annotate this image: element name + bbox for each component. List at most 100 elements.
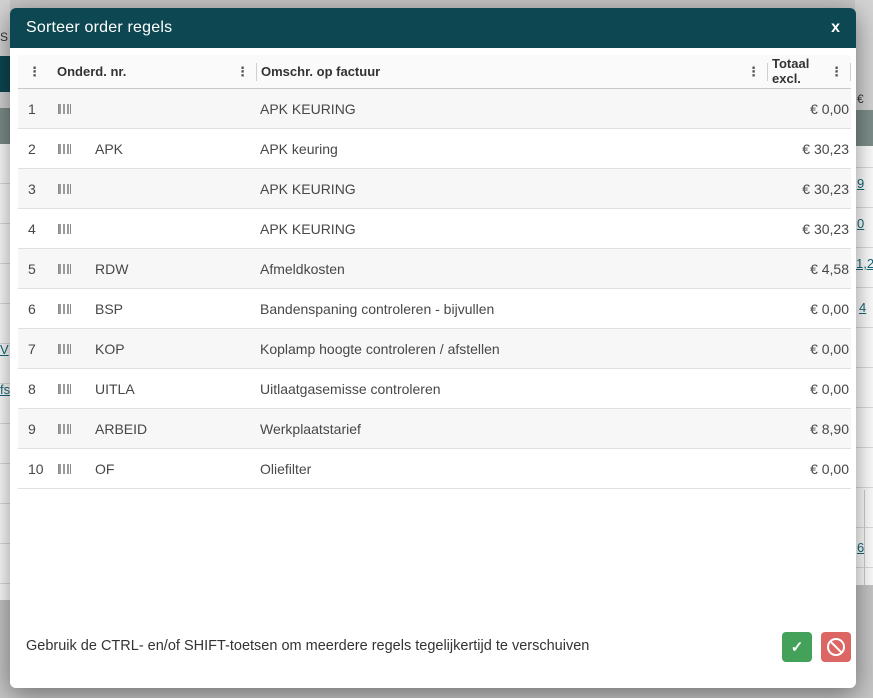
drag-handle-icon[interactable] <box>58 344 71 354</box>
total-excl: € 30,23 <box>763 141 851 157</box>
column-label: Totaal excl. <box>772 57 816 87</box>
total-excl: € 0,00 <box>763 301 851 317</box>
column-menu-icon[interactable]: ⋮ <box>744 65 763 78</box>
dialog-titlebar: Sorteer order regels x <box>10 8 856 48</box>
part-number-cell: BSP <box>56 301 252 317</box>
invoice-description: APK KEURING <box>252 101 763 117</box>
invoice-description: APK keuring <box>252 141 763 157</box>
row-number: 7 <box>18 341 56 357</box>
backdrop-link-fragment: 9 <box>857 176 864 191</box>
total-excl: € 0,00 <box>763 381 851 397</box>
dialog-title: Sorteer order regels <box>26 19 172 37</box>
table-row[interactable]: 9 ARBEID Werkplaatstarief € 8,90 <box>18 409 851 449</box>
backdrop-grey-block <box>855 0 873 90</box>
drag-handle-icon[interactable] <box>58 464 71 474</box>
sort-order-lines-dialog: Sorteer order regels x ⋮ Onderd. nr. ⋮ O… <box>10 8 856 688</box>
cancel-button[interactable] <box>821 632 851 662</box>
table-header-row: ⋮ Onderd. nr. ⋮ Omschr. op factuur ⋮ Tot… <box>18 55 851 89</box>
row-number: 8 <box>18 381 56 397</box>
backdrop-text-fragment: S <box>0 30 8 44</box>
header-cell-total-excl[interactable]: Totaal excl. ⋮ <box>763 55 851 88</box>
column-menu-icon[interactable]: ⋮ <box>827 65 846 78</box>
backdrop-link-fragment: 4 <box>859 300 866 315</box>
invoice-description: Bandenspaning controleren - bijvullen <box>252 301 763 317</box>
column-resize-handle[interactable] <box>850 63 851 81</box>
part-number: BSP <box>95 301 123 317</box>
backdrop-link-fragment: 0 <box>857 216 864 231</box>
part-number-cell <box>56 224 252 234</box>
backdrop-text-fragment: € <box>857 92 864 106</box>
row-number: 6 <box>18 301 56 317</box>
table-row[interactable]: 10 OF Oliefilter € 0,00 <box>18 449 851 489</box>
part-number-cell: RDW <box>56 261 252 277</box>
invoice-description: Uitlaatgasemisse controleren <box>252 381 763 397</box>
total-excl: € 8,90 <box>763 421 851 437</box>
invoice-description: Afmeldkosten <box>252 261 763 277</box>
drag-handle-icon[interactable] <box>58 304 71 314</box>
drag-handle-icon[interactable] <box>58 184 71 194</box>
row-number: 5 <box>18 261 56 277</box>
total-excl: € 30,23 <box>763 181 851 197</box>
part-number-cell: UITLA <box>56 381 252 397</box>
header-cell-invoice-description[interactable]: Omschr. op factuur ⋮ <box>252 55 763 88</box>
part-number-cell <box>56 104 252 114</box>
multi-select-hint: Gebruik de CTRL- en/of SHIFT-toetsen om … <box>26 631 589 661</box>
backdrop-grey-block <box>855 585 873 698</box>
invoice-description: Oliefilter <box>252 461 763 477</box>
column-menu-icon[interactable]: ⋮ <box>25 65 44 78</box>
confirm-button[interactable]: ✓ <box>782 632 812 662</box>
close-icon[interactable]: x <box>831 20 840 36</box>
backdrop-grey-block <box>0 600 10 698</box>
backdrop-link-fragment: V <box>0 342 9 357</box>
table-row[interactable]: 4 APK KEURING € 30,23 <box>18 209 851 249</box>
table-body: 1 APK KEURING € 0,00 2 APK APK keuring €… <box>18 89 851 489</box>
table-row[interactable]: 7 KOP Koplamp hoogte controleren / afste… <box>18 329 851 369</box>
total-excl: € 4,58 <box>763 261 851 277</box>
table-row[interactable]: 5 RDW Afmeldkosten € 4,58 <box>18 249 851 289</box>
total-excl: € 30,23 <box>763 221 851 237</box>
backdrop-green-block <box>855 110 873 146</box>
part-number: UITLA <box>95 381 135 397</box>
invoice-description: Koplamp hoogte controleren / afstellen <box>252 341 763 357</box>
column-menu-icon[interactable]: ⋮ <box>233 65 252 78</box>
header-cell-part-number[interactable]: Onderd. nr. ⋮ <box>56 55 252 88</box>
part-number: RDW <box>95 261 128 277</box>
check-icon: ✓ <box>791 640 804 655</box>
drag-handle-icon[interactable] <box>58 424 71 434</box>
invoice-description: Werkplaatstarief <box>252 421 763 437</box>
part-number: ARBEID <box>95 421 147 437</box>
part-number-cell: KOP <box>56 341 252 357</box>
backdrop-link-fragment: fs <box>0 382 10 397</box>
part-number-cell: ARBEID <box>56 421 252 437</box>
table-row[interactable]: 6 BSP Bandenspaning controleren - bijvul… <box>18 289 851 329</box>
table-row[interactable]: 8 UITLA Uitlaatgasemisse controleren € 0… <box>18 369 851 409</box>
drag-handle-icon[interactable] <box>58 224 71 234</box>
table-row[interactable]: 1 APK KEURING € 0,00 <box>18 89 851 129</box>
order-lines-table: ⋮ Onderd. nr. ⋮ Omschr. op factuur ⋮ Tot… <box>18 55 851 489</box>
total-excl: € 0,00 <box>763 461 851 477</box>
column-resize-handle[interactable] <box>256 63 257 81</box>
drag-handle-icon[interactable] <box>58 264 71 274</box>
dialog-actions: ✓ <box>782 632 851 662</box>
part-number-cell <box>56 184 252 194</box>
backdrop-teal-block <box>0 56 10 92</box>
invoice-description: APK KEURING <box>252 181 763 197</box>
table-row[interactable]: 2 APK APK keuring € 30,23 <box>18 129 851 169</box>
row-number: 2 <box>18 141 56 157</box>
drag-handle-icon[interactable] <box>58 144 71 154</box>
row-number: 1 <box>18 101 56 117</box>
part-number-cell: APK <box>56 141 252 157</box>
total-excl: € 0,00 <box>763 101 851 117</box>
row-number: 10 <box>18 461 56 477</box>
table-row[interactable]: 3 APK KEURING € 30,23 <box>18 169 851 209</box>
drag-handle-icon[interactable] <box>58 384 71 394</box>
part-number: APK <box>95 141 123 157</box>
part-number: KOP <box>95 341 125 357</box>
row-number: 9 <box>18 421 56 437</box>
part-number-cell: OF <box>56 461 252 477</box>
header-cell-index: ⋮ <box>18 55 56 88</box>
drag-handle-icon[interactable] <box>58 104 71 114</box>
column-label: Omschr. op factuur <box>261 64 380 79</box>
invoice-description: APK KEURING <box>252 221 763 237</box>
column-resize-handle[interactable] <box>767 63 768 81</box>
